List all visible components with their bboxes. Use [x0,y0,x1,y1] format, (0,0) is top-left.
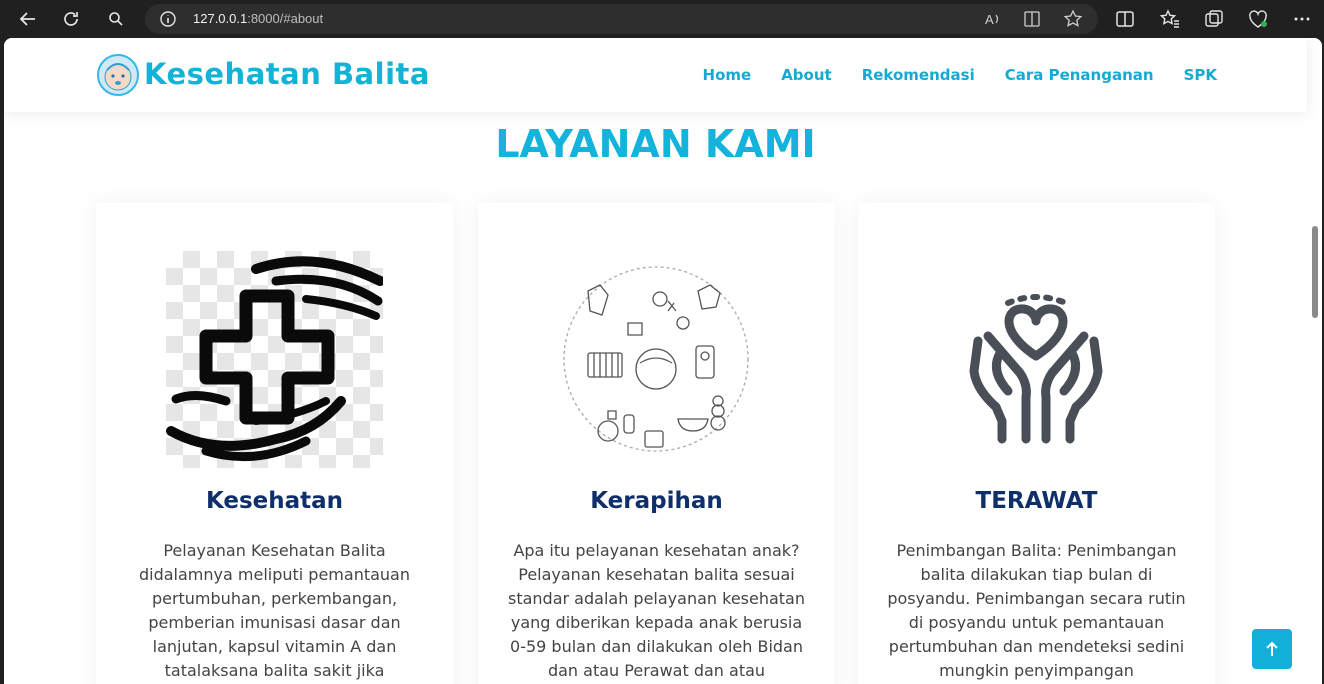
split-screen-icon[interactable] [1114,8,1136,30]
site-info-icon[interactable] [159,10,177,28]
card-title: TERAWAT [975,488,1098,514]
hands-medical-cross-icon [166,251,385,468]
browser-toolbar: 127.0.0.1:8000/#about A [0,0,1324,38]
nav-spk[interactable]: SPK [1184,66,1217,84]
card-text: Penimbangan Balita: Penimbangan balita d… [887,541,1186,680]
scrollbar-thumb[interactable] [1312,226,1318,318]
baby-items-circle-icon [548,251,765,468]
service-card: Kerapihan Apa itu pelayanan kesehatan an… [478,203,835,684]
page-scrollbar[interactable] [1307,38,1322,684]
service-card: Kesehatan Pelayanan Kesehatan Balita did… [96,203,453,684]
back-to-top-button[interactable] [1252,629,1292,669]
favorite-star-icon[interactable] [1063,9,1083,29]
back-arrow-icon[interactable] [15,6,41,32]
collections-icon[interactable] [1203,8,1225,30]
nav-rekomendasi[interactable]: Rekomendasi [862,66,975,84]
card-title: Kerapihan [590,488,723,514]
svg-text:A: A [985,12,994,27]
url-text: 127.0.0.1:8000/#about [193,11,324,26]
main-nav: Home About Rekomendasi Cara Penanganan S… [703,66,1217,84]
search-icon[interactable] [103,6,129,32]
web-page: Kesehatan Balita Home About Rekomendasi … [4,38,1322,684]
favorites-icon[interactable] [1159,8,1181,30]
card-text: Pelayanan Kesehatan Balita didalamnya me… [138,541,410,680]
nav-home[interactable]: Home [703,66,752,84]
brand-name[interactable]: Kesehatan Balita [144,57,430,91]
immersive-reader-icon[interactable] [1023,9,1043,29]
site-header: Kesehatan Balita Home About Rekomendasi … [4,38,1307,112]
card-text: Apa itu pelayanan kesehatan anak? Pelaya… [508,541,805,680]
address-bar[interactable]: 127.0.0.1:8000/#about A [145,4,1098,34]
nav-about[interactable]: About [781,66,832,84]
section-title: LAYANAN KAMI [495,122,816,166]
read-aloud-icon[interactable]: A [983,9,1003,29]
more-menu-icon[interactable] [1291,8,1313,30]
reload-icon[interactable] [58,6,84,32]
hands-heart-icon [928,251,1145,468]
baby-logo-icon[interactable] [97,54,139,96]
service-card: TERAWAT Penimbangan Balita: Penimbangan … [858,203,1215,684]
nav-cara-penanganan[interactable]: Cara Penanganan [1005,66,1154,84]
arrow-up-icon [1266,641,1278,656]
card-title: Kesehatan [205,488,344,514]
browser-essentials-icon[interactable] [1247,8,1269,30]
